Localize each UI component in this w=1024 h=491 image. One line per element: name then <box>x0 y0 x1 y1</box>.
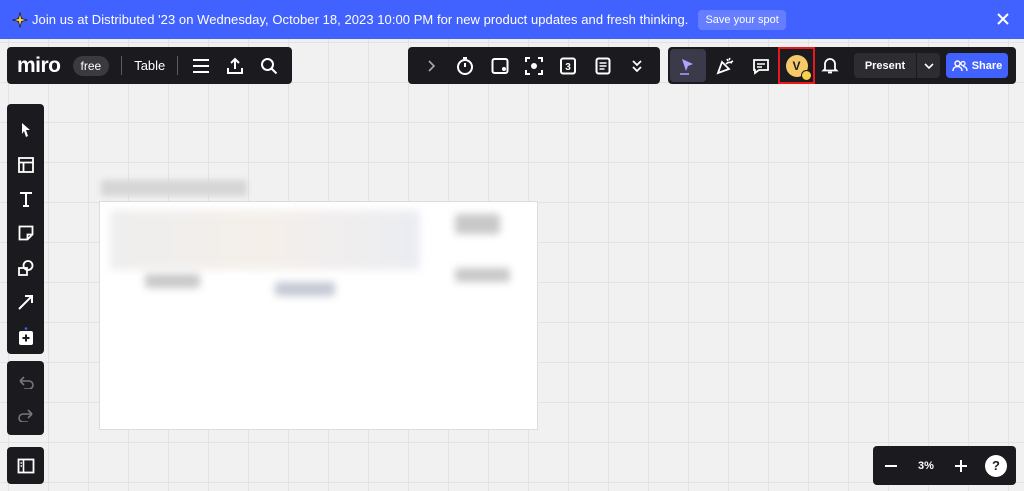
share-label: Share <box>971 59 1003 72</box>
close-icon[interactable] <box>996 12 1010 26</box>
zoom-out-icon[interactable] <box>873 446 909 485</box>
creation-toolbar <box>7 104 44 354</box>
users-icon <box>952 59 968 71</box>
divider <box>121 56 123 75</box>
board-header-toolbar: miro free Table <box>7 47 292 84</box>
focus-icon[interactable] <box>523 55 545 77</box>
search-icon[interactable] <box>258 55 280 77</box>
board-frame[interactable] <box>99 201 538 430</box>
card-icon[interactable] <box>489 55 511 77</box>
notes-icon[interactable] <box>592 55 614 77</box>
menu-icon[interactable] <box>190 55 212 77</box>
plan-badge[interactable]: free <box>72 55 110 76</box>
miro-logo[interactable]: miro <box>17 54 61 78</box>
collaboration-toolbar: 3 <box>408 47 660 84</box>
help-button[interactable]: ? <box>985 454 1007 477</box>
present-label: Present <box>864 59 906 72</box>
redo-icon[interactable] <box>15 404 37 426</box>
blurred-content <box>455 214 500 234</box>
share-button[interactable]: Share <box>946 53 1008 78</box>
zoom-controls: 3% ? <box>873 446 1016 485</box>
select-icon[interactable] <box>7 113 44 147</box>
blurred-content <box>275 282 335 296</box>
frame-title[interactable] <box>101 180 247 196</box>
pointer-icon <box>680 58 693 75</box>
board-name[interactable]: Table <box>134 58 165 73</box>
blurred-content <box>455 268 510 282</box>
arrow-icon[interactable] <box>7 285 44 319</box>
blurred-content <box>145 274 200 288</box>
zoom-in-icon[interactable] <box>943 446 979 485</box>
undo-icon[interactable] <box>15 371 37 393</box>
celebrate-icon[interactable] <box>714 55 736 77</box>
avatar: V <box>785 54 812 81</box>
chevron-double-down-icon[interactable] <box>626 55 648 77</box>
right-toolbar: V Present Share <box>668 47 1016 84</box>
comment-icon[interactable] <box>750 55 772 77</box>
text-icon[interactable] <box>7 182 44 216</box>
present-button[interactable]: Present <box>854 53 940 78</box>
save-your-spot-button[interactable]: Save your spot <box>698 9 786 30</box>
user-avatar-button[interactable]: V <box>778 47 815 84</box>
chevron-down-icon[interactable] <box>916 53 940 78</box>
zoom-level[interactable]: 3% <box>909 460 943 472</box>
sparkle-icon <box>12 11 28 28</box>
bell-icon[interactable] <box>819 54 841 76</box>
shapes-icon[interactable] <box>7 251 44 285</box>
sidebar-toggle-button[interactable] <box>7 447 44 484</box>
counter-icon[interactable]: 3 <box>557 55 579 77</box>
blurred-content <box>110 210 420 270</box>
upload-icon[interactable] <box>224 55 246 77</box>
upgrade-badge <box>800 69 812 81</box>
avatar-initial: V <box>792 58 801 73</box>
banner-text: Join us at Distributed '23 on Wednesday,… <box>32 12 689 27</box>
undo-redo-panel <box>7 361 44 435</box>
timer-icon[interactable] <box>454 55 476 77</box>
chevron-right-icon[interactable] <box>420 55 442 77</box>
sidebar-icon <box>17 458 34 473</box>
divider <box>177 56 179 75</box>
counter-value: 3 <box>565 62 571 73</box>
templates-icon[interactable] <box>7 147 44 181</box>
announcement-banner: Join us at Distributed '23 on Wednesday,… <box>0 0 1024 39</box>
add-more-icon[interactable] <box>7 320 44 354</box>
pointer-mode-button[interactable] <box>670 49 706 82</box>
sticky-note-icon[interactable] <box>7 216 44 250</box>
